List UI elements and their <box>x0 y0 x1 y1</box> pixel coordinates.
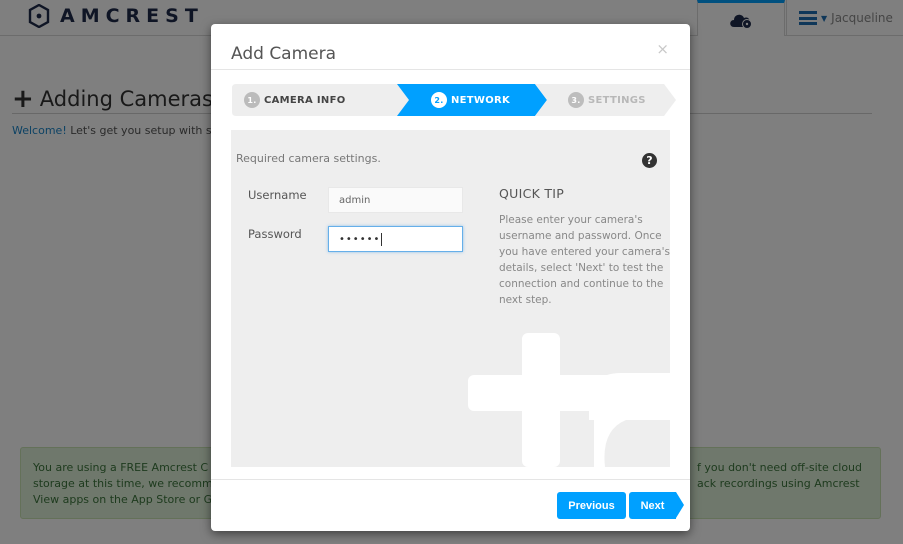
step-label: SETTINGS <box>588 94 646 106</box>
step-number: 1. <box>244 92 260 108</box>
username-input[interactable]: admin <box>328 187 463 213</box>
next-button[interactable]: Next <box>629 492 684 519</box>
step-label: CAMERA INFO <box>264 94 346 106</box>
add-camera-modal: Add Camera × 1. CAMERA INFO 2. NETWORK 3… <box>211 24 690 531</box>
wizard-steps: 1. CAMERA INFO 2. NETWORK 3. SETTINGS <box>232 84 676 116</box>
step-number: 3. <box>568 92 584 108</box>
text-cursor <box>381 232 383 246</box>
step-number: 2. <box>431 92 447 108</box>
required-settings-text: Required camera settings. <box>236 152 381 165</box>
close-button[interactable]: × <box>656 40 669 58</box>
network-panel: Required camera settings. ? Username adm… <box>231 130 670 467</box>
quick-tip-text: Please enter your camera's username and … <box>499 214 670 306</box>
help-icon[interactable]: ? <box>642 153 657 168</box>
username-value: admin <box>339 194 371 206</box>
step-network[interactable]: 2. NETWORK <box>431 84 510 116</box>
step-settings: 3. SETTINGS <box>568 84 646 116</box>
modal-title: Add Camera <box>231 44 337 64</box>
step-camera-info[interactable]: 1. CAMERA INFO <box>244 84 346 116</box>
modal-footer: Previous Next <box>211 479 690 531</box>
password-input[interactable]: •••••• <box>328 226 463 252</box>
modal-header: Add Camera × <box>211 24 690 70</box>
password-value: •••••• <box>339 233 381 245</box>
step-label: NETWORK <box>451 94 511 106</box>
password-label: Password <box>248 227 302 241</box>
previous-button[interactable]: Previous <box>557 492 626 519</box>
username-label: Username <box>248 188 307 202</box>
quick-tip-title: QUICK TIP <box>499 186 565 201</box>
